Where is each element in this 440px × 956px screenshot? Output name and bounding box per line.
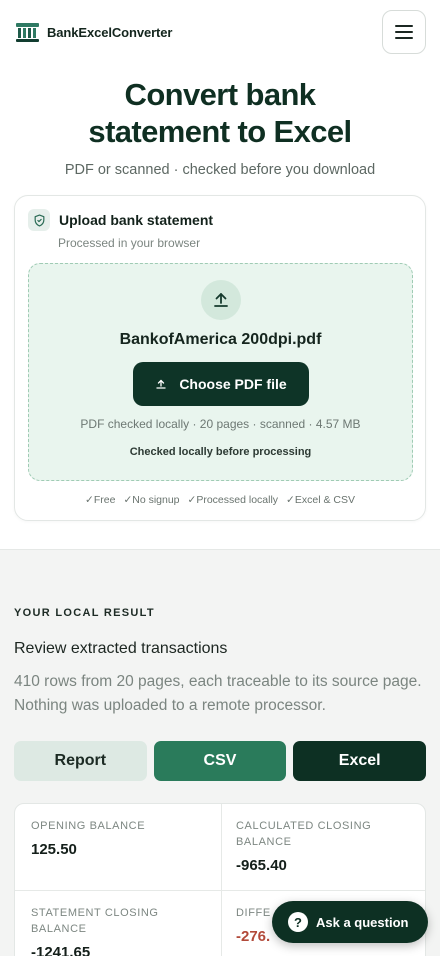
question-icon: ? [288, 912, 308, 932]
csv-button[interactable]: CSV [153, 741, 287, 781]
file-dropzone[interactable]: BankofAmerica 200dpi.pdf Choose PDF file… [28, 263, 413, 481]
calculated-closing-label: CALCULATED CLOSING BALANCE [236, 820, 372, 848]
export-tabs: Report CSV Excel [14, 741, 427, 781]
menu-line [395, 25, 413, 27]
hamburger-menu-button[interactable] [382, 10, 426, 54]
divider [221, 804, 222, 956]
upload-arrow-icon [156, 379, 166, 389]
result-description: 410 rows from 20 pages, each traceable t… [14, 673, 422, 714]
ask-question-button[interactable]: ? Ask a question [272, 901, 428, 943]
opening-balance-label: OPENING BALANCE [31, 820, 146, 832]
feature-free: ✓Free [85, 494, 116, 506]
upload-card-title: Upload bank statement [59, 212, 214, 228]
choose-pdf-label: Choose PDF file [179, 376, 287, 392]
upload-icon [201, 280, 241, 320]
app-header: BankExcelConverter [0, 0, 440, 64]
feature-list: ✓Free ✓No signup ✓Processed locally ✓Exc… [15, 494, 425, 506]
result-eyebrow: YOUR LOCAL RESULT [14, 607, 155, 619]
title-line-2: statement to Excel [88, 114, 352, 149]
calculated-closing-balance: CALCULATED CLOSING BALANCE -965.40 [236, 818, 416, 874]
opening-balance-value: 125.50 [31, 841, 77, 858]
upload-card: Upload bank statement Processed in your … [14, 195, 426, 521]
report-button[interactable]: Report [14, 741, 147, 781]
brand-name: BankExcelConverter [47, 24, 173, 40]
choose-pdf-button[interactable]: Choose PDF file [133, 362, 309, 406]
page-subtitle: PDF or scanned · checked before you down… [64, 162, 376, 178]
opening-balance: OPENING BALANCE 125.50 [31, 818, 211, 858]
shield-icon [28, 209, 50, 231]
statement-closing-value: -1241.65 [31, 944, 91, 956]
bank-building-icon [16, 23, 39, 42]
title-line-1: Convert bank [124, 77, 317, 112]
ask-question-label: Ask a question [316, 914, 409, 930]
result-title: Review extracted transactions [14, 640, 228, 657]
checked-note: Checked locally before processing [129, 446, 312, 458]
upload-card-header: Upload bank statement [28, 209, 213, 231]
file-meta: PDF checked locally · 20 pages · scanned… [80, 417, 361, 431]
statement-closing-label: STATEMENT CLOSING BALANCE [31, 907, 159, 935]
page-title: Convert bank statement to Excel [0, 76, 440, 150]
brand-logo[interactable]: BankExcelConverter [16, 22, 172, 42]
calculated-closing-value: -965.40 [236, 857, 287, 874]
menu-line [395, 37, 413, 39]
upload-card-subtitle: Processed in your browser [58, 236, 201, 250]
statement-closing-balance: STATEMENT CLOSING BALANCE -1241.65 [31, 905, 211, 956]
divider [15, 890, 425, 891]
selected-file-name: BankofAmerica 200dpi.pdf [119, 331, 322, 348]
feature-no-signup: ✓No signup [123, 494, 180, 506]
menu-line [395, 31, 413, 33]
excel-button[interactable]: Excel [293, 741, 427, 781]
feature-processed-locally: ✓Processed locally [187, 494, 279, 506]
feature-excel-csv: ✓Excel & CSV [286, 494, 355, 506]
